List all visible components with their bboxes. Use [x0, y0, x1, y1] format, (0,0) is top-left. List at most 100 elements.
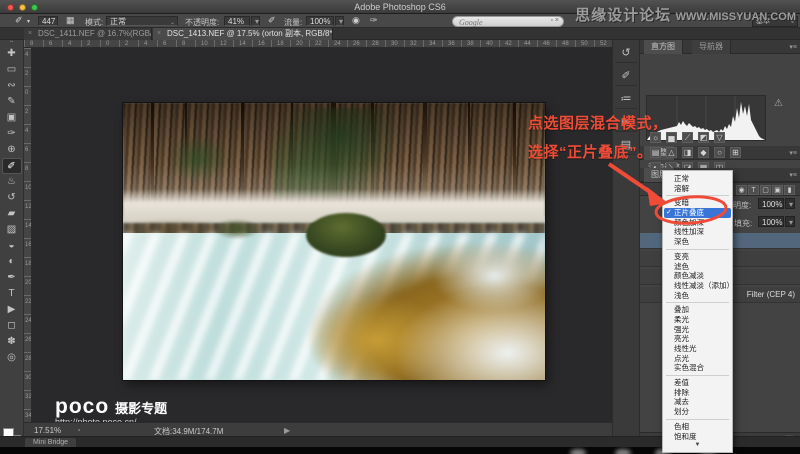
flow-dropdown-button[interactable]: ▾: [335, 16, 344, 26]
tool-lasso[interactable]: ∾: [2, 78, 22, 94]
blend-menu-item[interactable]: 排除: [663, 388, 732, 398]
tool-preset-arrow-icon[interactable]: ▾: [27, 18, 30, 25]
opacity-value[interactable]: 41%: [224, 16, 250, 26]
brush-tool-preset-icon[interactable]: ✐: [15, 15, 23, 26]
tool-zoom[interactable]: ◎: [2, 350, 22, 366]
tool-crop[interactable]: ▣: [2, 110, 22, 126]
close-tab-icon[interactable]: ×: [28, 28, 32, 40]
histogram-warning-icon[interactable]: ⚠: [774, 98, 783, 109]
adjustment-levels-icon[interactable]: ▅: [666, 132, 677, 143]
adjustment-black-white-icon[interactable]: ◨: [682, 147, 693, 158]
adjustment-color-lookup-icon[interactable]: ⊞: [730, 147, 741, 158]
layer-opacity-dropdown[interactable]: ▾: [785, 198, 795, 209]
tool-pen[interactable]: ✒: [2, 270, 22, 286]
tool-type[interactable]: T: [2, 286, 22, 302]
tool-healing-brush[interactable]: ⊕: [2, 142, 22, 158]
tool-path-select[interactable]: ▶: [2, 302, 22, 318]
tool-eraser[interactable]: ▰: [2, 206, 22, 222]
ruler-number: 2: [25, 71, 29, 77]
tool-move[interactable]: ✚: [2, 46, 22, 62]
tool-eyedropper[interactable]: ✑: [2, 126, 22, 142]
blend-menu-item[interactable]: 正常: [663, 174, 732, 184]
layer-filter-pick-icon[interactable]: ◉: [736, 185, 747, 195]
blend-menu-item[interactable]: 线性加深: [663, 227, 732, 237]
status-icon[interactable]: ◔: [76, 426, 81, 435]
layer-filter-shape-icon[interactable]: ▢: [760, 185, 771, 195]
adjustment-exposure-icon[interactable]: ◩: [698, 132, 709, 143]
blend-menu-item[interactable]: 强光: [663, 325, 732, 335]
tool-history-brush[interactable]: ↺: [2, 190, 22, 206]
blend-menu-item[interactable]: 柔光: [663, 315, 732, 325]
collapsed-panel-clone-source-icon[interactable]: ✐: [615, 66, 637, 86]
panel-menu-icon[interactable]: ▾≡: [789, 43, 797, 51]
blend-menu-item[interactable]: 点光: [663, 354, 732, 364]
search-input[interactable]: Google ▫ ×: [452, 16, 564, 27]
zoom-level[interactable]: 17.51%: [34, 426, 61, 435]
panel-menu-icon[interactable]: ▾≡: [789, 149, 797, 157]
airbrush-icon[interactable]: ◉: [352, 15, 360, 26]
adjustment-vibrance-icon[interactable]: ▽: [714, 132, 725, 143]
layer-opacity-value[interactable]: 100%: [758, 198, 784, 209]
tool-gradient[interactable]: ▨: [2, 222, 22, 238]
adjustment-curves-icon[interactable]: ⟋: [682, 132, 693, 143]
adjustment-photo-filter-icon[interactable]: ◆: [698, 147, 709, 158]
brush-size-preset[interactable]: 447: [38, 16, 58, 26]
blend-menu-item[interactable]: 差值: [663, 378, 732, 388]
blend-menu-item[interactable]: 变暗: [663, 198, 732, 208]
tool-clone-stamp[interactable]: ♨: [2, 174, 22, 190]
layer-filter-text-icon[interactable]: T: [748, 185, 759, 195]
adjustment-color-balance-icon[interactable]: △: [666, 147, 677, 158]
blend-menu-item-label: 变暗: [674, 198, 689, 208]
blend-menu-item[interactable]: 线性光: [663, 344, 732, 354]
tool-quick-select[interactable]: ✎: [2, 94, 22, 110]
document-tab-1[interactable]: × DSC_1411.NEF @ 16.7%(RGB/8*): [24, 28, 152, 40]
opacity-dropdown-button[interactable]: ▾: [251, 16, 260, 26]
blend-menu-item[interactable]: 叠加: [663, 305, 732, 315]
toggle-brush-panel-icon[interactable]: ▦: [66, 15, 75, 26]
blend-menu-item-label: 排除: [674, 387, 689, 397]
blend-menu-item[interactable]: 亮光: [663, 334, 732, 344]
blend-menu-item[interactable]: 划分: [663, 407, 732, 417]
tool-shape[interactable]: ◻: [2, 318, 22, 334]
blend-menu-item[interactable]: 减去: [663, 397, 732, 407]
layer-fill-value[interactable]: 100%: [758, 216, 784, 227]
blend-menu-item[interactable]: 饱和度: [663, 432, 732, 442]
tool-blur[interactable]: ◒: [2, 238, 22, 254]
tool-marquee[interactable]: ▭: [2, 62, 22, 78]
tablet-pressure-icon[interactable]: ✑: [370, 15, 378, 26]
tool-hand[interactable]: ✽: [2, 334, 22, 350]
panel-menu-icon[interactable]: ▾≡: [789, 171, 797, 179]
tool-brush[interactable]: ✐: [1, 158, 22, 174]
menu-scroll-down-icon[interactable]: ▼: [663, 441, 732, 449]
photo-canvas[interactable]: [123, 103, 545, 380]
blend-menu-item[interactable]: 深色: [663, 237, 732, 247]
blend-menu-item[interactable]: 颜色加深: [663, 218, 732, 228]
tool-strip: ✚ ▭ ∾ ✎ ▣ ✑ ⊕ ✐ ♨ ↺ ▰ ▨ ◒ ◐ ✒ T ▶ ◻ ✽ ◎: [0, 46, 23, 366]
blend-menu-item[interactable]: 滤色: [663, 262, 732, 272]
blend-menu-item[interactable]: 线性减淡（添加）: [663, 281, 734, 291]
blend-menu-item[interactable]: ✓ 正片叠底: [664, 208, 731, 218]
collapsed-panel-properties-icon[interactable]: ≔: [615, 89, 637, 109]
collapsed-panel-history-icon[interactable]: ↺: [615, 43, 637, 63]
tab-histogram[interactable]: 直方图: [644, 40, 683, 54]
layer-fill-dropdown[interactable]: ▾: [785, 216, 795, 227]
layer-filter-smart-icon[interactable]: ▣: [772, 185, 783, 195]
blend-menu-item[interactable]: 溶解: [663, 184, 732, 194]
tablet-opacity-icon[interactable]: ✐: [268, 15, 276, 26]
layer-filter-lock-icon[interactable]: ▮: [784, 185, 795, 195]
close-tab-icon[interactable]: ×: [157, 28, 161, 40]
blend-menu-item[interactable]: 实色混合: [663, 363, 732, 373]
blend-menu-item[interactable]: 变亮: [663, 252, 732, 262]
tool-dodge[interactable]: ◐: [2, 254, 22, 270]
ruler-number: 50: [581, 41, 588, 47]
tab-navigator[interactable]: 导航器: [692, 40, 731, 54]
flow-value[interactable]: 100%: [306, 16, 334, 26]
document-tab-2[interactable]: × DSC_1413.NEF @ 17.5% (orton 副本, RGB/8*…: [153, 28, 333, 40]
search-box-icons[interactable]: ▫ ×: [550, 17, 559, 24]
blend-menu-item[interactable]: 颜色减淡: [663, 271, 732, 281]
blend-menu-item[interactable]: 浅色: [663, 291, 732, 301]
status-arrow-icon[interactable]: ▶: [284, 426, 290, 435]
blend-mode-select[interactable]: 正常 ⌄: [106, 16, 178, 26]
blend-menu-item[interactable]: 色相: [663, 422, 732, 432]
adjustment-channel-mixer-icon[interactable]: ○: [714, 147, 725, 158]
